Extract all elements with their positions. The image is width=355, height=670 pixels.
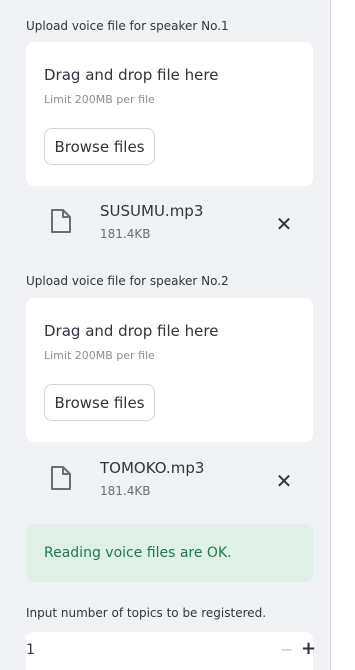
uploaded-file-row: SUSUMU.mp3 181.4KB ✕ [26, 200, 313, 252]
main-content-edge [331, 0, 355, 670]
decrement-button[interactable]: − [280, 640, 293, 659]
close-icon[interactable]: ✕ [274, 471, 294, 491]
file-size: 181.4KB [100, 484, 151, 498]
dropzone-title: Drag and drop file here [44, 322, 219, 340]
uploader-1-label: Upload voice file for speaker No.1 [26, 19, 229, 33]
file-name: SUSUMU.mp3 [100, 202, 204, 220]
sidebar: Upload voice file for speaker No.1 Drag … [0, 0, 330, 670]
topics-number-input[interactable]: 1 − + [26, 632, 316, 670]
success-message: Reading voice files are OK. [44, 545, 232, 561]
uploader-1-dropzone[interactable]: Drag and drop file here Limit 200MB per … [26, 42, 313, 186]
dropzone-limit: Limit 200MB per file [44, 93, 155, 106]
uploaded-file-row: TOMOKO.mp3 181.4KB ✕ [26, 457, 313, 509]
browse-files-button[interactable]: Browse files [44, 384, 155, 421]
close-icon[interactable]: ✕ [274, 214, 294, 234]
increment-button[interactable]: + [301, 638, 316, 659]
success-alert: Reading voice files are OK. [26, 524, 313, 582]
file-size: 181.4KB [100, 227, 151, 241]
file-icon [51, 466, 71, 490]
file-name: TOMOKO.mp3 [100, 459, 205, 477]
file-icon [51, 209, 71, 233]
browse-files-button[interactable]: Browse files [44, 128, 155, 165]
dropzone-limit: Limit 200MB per file [44, 349, 155, 362]
uploader-2-dropzone[interactable]: Drag and drop file here Limit 200MB per … [26, 298, 313, 442]
dropzone-title: Drag and drop file here [44, 66, 219, 84]
topics-value[interactable]: 1 [26, 642, 35, 658]
topics-label: Input number of topics to be registered. [26, 606, 267, 620]
uploader-2-label: Upload voice file for speaker No.2 [26, 274, 229, 288]
